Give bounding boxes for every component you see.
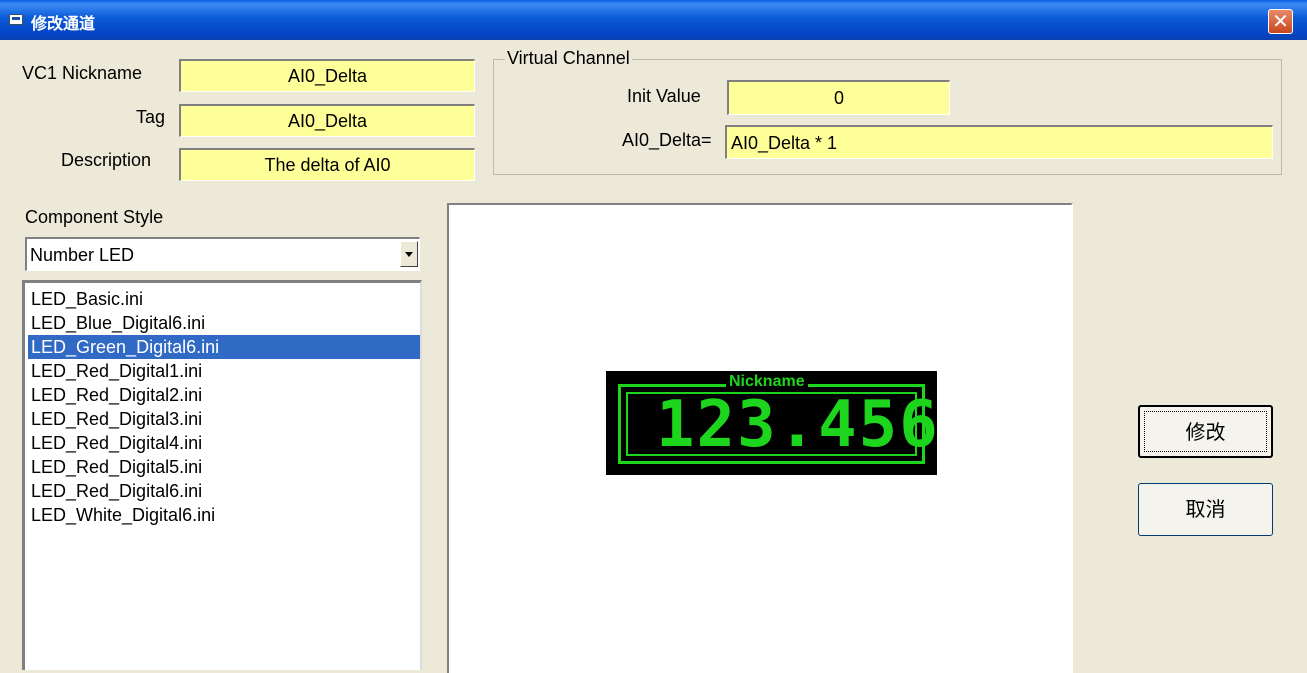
tag-label: Tag <box>136 107 166 127</box>
list-item[interactable]: LED_Red_Digital6.ini <box>28 479 420 503</box>
modify-button[interactable]: 修改 <box>1138 405 1273 458</box>
led-preview: Nickname 123.456 <box>606 371 940 475</box>
component-style-label: Component Style <box>25 207 164 227</box>
expression-field[interactable]: AI0_Delta * 1 <box>725 125 1273 159</box>
cancel-button[interactable]: 取消 <box>1138 483 1273 536</box>
list-item[interactable]: LED_White_Digital6.ini <box>28 503 420 527</box>
close-button[interactable]: ✕ <box>1268 9 1293 34</box>
list-item[interactable]: LED_Red_Digital5.ini <box>28 455 420 479</box>
list-item[interactable]: LED_Red_Digital2.ini <box>28 383 420 407</box>
close-icon: ✕ <box>1272 9 1289 33</box>
component-style-value: Number LED <box>30 245 135 265</box>
list-item[interactable]: LED_Red_Digital4.ini <box>28 431 420 455</box>
style-file-list[interactable]: LED_Basic.ini LED_Blue_Digital6.ini LED_… <box>22 280 422 670</box>
list-item[interactable]: LED_Red_Digital3.ini <box>28 407 420 431</box>
nickname-label: VC1 Nickname <box>22 63 143 83</box>
tag-field[interactable]: AI0_Delta <box>179 104 475 137</box>
description-field[interactable]: The delta of AI0 <box>179 148 475 181</box>
cancel-button-label: 取消 <box>1185 497 1226 521</box>
init-value-field[interactable]: 0 <box>727 80 950 115</box>
init-value-label: Init Value <box>627 86 701 106</box>
expression-label: AI0_Delta= <box>622 130 712 150</box>
virtual-channel-legend: Virtual Channel <box>505 48 632 69</box>
window-icon <box>9 14 23 25</box>
title-bar: 修改通道 ✕ <box>0 0 1307 40</box>
description-label: Description <box>61 150 152 170</box>
list-item[interactable]: LED_Blue_Digital6.ini <box>28 311 420 335</box>
led-value: 123.456 <box>656 388 940 462</box>
chevron-down-icon[interactable] <box>400 241 418 267</box>
list-item-selected[interactable]: LED_Green_Digital6.ini <box>28 335 420 359</box>
component-style-select[interactable]: Number LED <box>25 237 420 271</box>
list-item[interactable]: LED_Red_Digital1.ini <box>28 359 420 383</box>
nickname-field[interactable]: AI0_Delta <box>179 59 475 92</box>
window-title: 修改通道 <box>31 14 96 33</box>
list-item[interactable]: LED_Basic.ini <box>28 287 420 311</box>
